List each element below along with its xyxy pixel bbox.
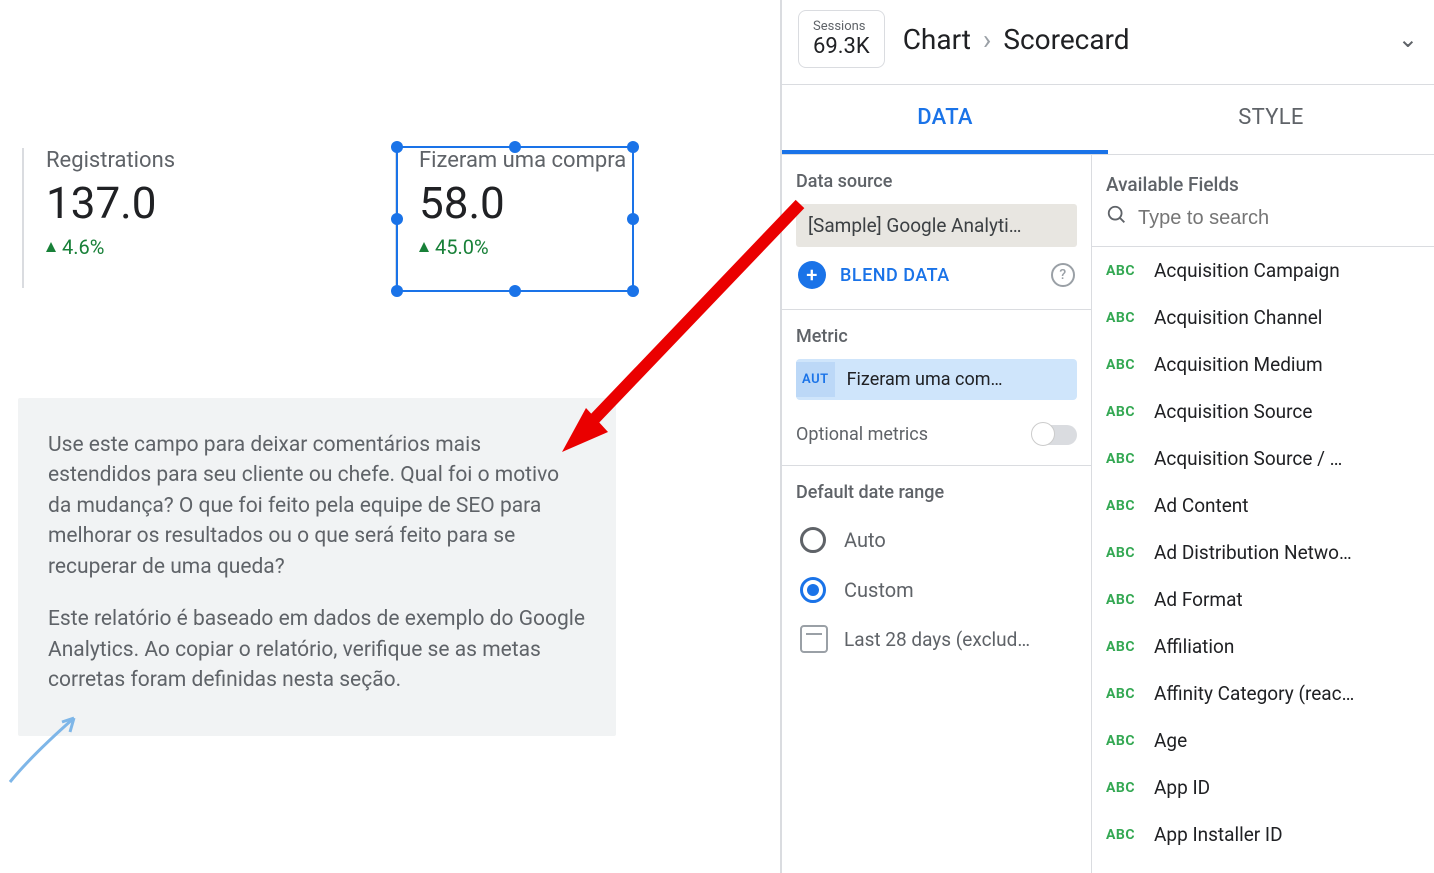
field-label: Affiliation bbox=[1154, 635, 1234, 658]
data-config-column: Data source [Sample] Google Analyti… + B… bbox=[782, 155, 1092, 873]
field-item[interactable]: ABC Acquisition Source / … bbox=[1092, 435, 1434, 482]
text-type-icon: ABC bbox=[1106, 545, 1140, 561]
field-label: Affinity Category (reac… bbox=[1154, 682, 1354, 705]
field-item[interactable]: ABC App ID bbox=[1092, 764, 1434, 811]
field-label: Ad Content bbox=[1154, 494, 1249, 517]
date-range-group: Default date range Auto Custom Last 28 d… bbox=[782, 466, 1091, 683]
chevron-down-icon[interactable]: ⌄ bbox=[1398, 25, 1418, 53]
data-source-value[interactable]: [Sample] Google Analyti… bbox=[796, 204, 1077, 247]
data-source-group: Data source [Sample] Google Analyti… + B… bbox=[782, 155, 1091, 310]
field-item[interactable]: ABC Ad Content bbox=[1092, 482, 1434, 529]
field-item[interactable]: ABC App Installer ID bbox=[1092, 811, 1434, 858]
field-item[interactable]: ABC Acquisition Channel bbox=[1092, 294, 1434, 341]
text-type-icon: ABC bbox=[1106, 310, 1140, 326]
field-label: Age bbox=[1154, 729, 1187, 752]
breadcrumb-root: Chart bbox=[903, 23, 971, 56]
field-item[interactable]: ABC Age bbox=[1092, 717, 1434, 764]
comment-paragraph: Este relatório é baseado em dados de exe… bbox=[48, 604, 586, 695]
report-canvas[interactable]: Registrations 137.0 4.6% Fizeram uma com… bbox=[0, 0, 780, 873]
field-item[interactable]: ABC Acquisition Source bbox=[1092, 388, 1434, 435]
group-label: Default date range bbox=[796, 482, 1077, 503]
text-type-icon: ABC bbox=[1106, 592, 1140, 608]
scorecard-registrations[interactable]: Registrations 137.0 4.6% bbox=[22, 148, 175, 288]
radio-icon bbox=[800, 577, 826, 603]
comment-paragraph: Use este campo para deixar comentários m… bbox=[48, 430, 586, 582]
field-label: App ID bbox=[1154, 776, 1210, 799]
scorecard-label: Registrations bbox=[46, 148, 175, 173]
date-range-auto-option[interactable]: Auto bbox=[796, 515, 1077, 565]
fields-search-input[interactable] bbox=[1138, 207, 1420, 230]
text-type-icon: ABC bbox=[1106, 357, 1140, 373]
text-type-icon: ABC bbox=[1106, 827, 1140, 843]
chart-type-chip[interactable]: Sessions 69.3K bbox=[798, 10, 885, 68]
field-item[interactable]: ABC Ad Format bbox=[1092, 576, 1434, 623]
up-arrow-icon bbox=[46, 242, 56, 252]
scorecard-value: 58.0 bbox=[419, 177, 635, 229]
fields-list: ABC Acquisition Campaign ABC Acquisition Ch… bbox=[1092, 247, 1434, 873]
scorecard-label: Fizeram uma compra bbox=[419, 148, 635, 173]
metric-group: Metric AUT Fizeram uma com… Optional met… bbox=[782, 310, 1091, 466]
optional-metrics-row: Optional metrics bbox=[796, 424, 1077, 445]
breadcrumb-leaf: Scorecard bbox=[1003, 23, 1129, 56]
text-type-icon: ABC bbox=[1106, 733, 1140, 749]
field-item[interactable]: ABC Ad Distribution Netwo… bbox=[1092, 529, 1434, 576]
chevron-right-icon: › bbox=[983, 23, 991, 56]
field-label: Acquisition Channel bbox=[1154, 306, 1322, 329]
group-label: Data source bbox=[796, 171, 1077, 192]
panel-tabs: DATA STYLE bbox=[782, 85, 1434, 155]
text-type-icon: ABC bbox=[1106, 639, 1140, 655]
group-label: Metric bbox=[796, 326, 1077, 347]
chip-value: 69.3K bbox=[813, 34, 870, 59]
panel-header: Sessions 69.3K Chart › Scorecard ⌄ bbox=[782, 0, 1434, 85]
field-label: Acquisition Source bbox=[1154, 400, 1312, 423]
fields-search[interactable] bbox=[1092, 204, 1434, 247]
tab-data[interactable]: DATA bbox=[782, 85, 1108, 154]
scorecard-fizeram[interactable]: Fizeram uma compra 58.0 45.0% bbox=[395, 148, 635, 292]
radio-icon bbox=[800, 527, 826, 553]
field-label: App Installer ID bbox=[1154, 823, 1283, 846]
text-type-icon: ABC bbox=[1106, 780, 1140, 796]
text-type-icon: ABC bbox=[1106, 498, 1140, 514]
comment-text-box[interactable]: Use este campo para deixar comentários m… bbox=[18, 398, 616, 736]
metric-name: Fizeram uma com… bbox=[835, 359, 1077, 400]
scorecard-value: 137.0 bbox=[46, 177, 175, 229]
tab-style[interactable]: STYLE bbox=[1108, 85, 1434, 154]
calendar-icon bbox=[800, 625, 828, 653]
field-label: Acquisition Medium bbox=[1154, 353, 1323, 376]
field-item[interactable]: ABC Affinity Category (reac… bbox=[1092, 670, 1434, 717]
date-range-picker[interactable]: Last 28 days (exclud… bbox=[796, 615, 1077, 663]
scorecard-delta: 4.6% bbox=[46, 235, 175, 259]
optional-metrics-toggle[interactable] bbox=[1033, 425, 1077, 445]
field-item[interactable]: ABC Affiliation bbox=[1092, 623, 1434, 670]
date-range-custom-option[interactable]: Custom bbox=[796, 565, 1077, 615]
up-arrow-icon bbox=[419, 242, 429, 252]
text-type-icon: ABC bbox=[1106, 263, 1140, 279]
blend-data-button[interactable]: + BLEND DATA ? bbox=[796, 247, 1077, 289]
fields-header: Available Fields bbox=[1092, 155, 1434, 204]
help-icon[interactable]: ? bbox=[1051, 263, 1075, 287]
field-item[interactable]: ABC Acquisition Campaign bbox=[1092, 247, 1434, 294]
available-fields-column: Available Fields ABC Acquisition Campaign… bbox=[1092, 155, 1434, 873]
properties-panel: Sessions 69.3K Chart › Scorecard ⌄ DATA … bbox=[780, 0, 1434, 873]
breadcrumb[interactable]: Chart › Scorecard bbox=[903, 23, 1380, 56]
text-type-icon: ABC bbox=[1106, 686, 1140, 702]
field-label: Ad Format bbox=[1154, 588, 1243, 611]
search-icon bbox=[1106, 204, 1128, 232]
scorecard-delta: 45.0% bbox=[419, 235, 635, 259]
text-type-icon: ABC bbox=[1106, 404, 1140, 420]
field-label: Acquisition Campaign bbox=[1154, 259, 1340, 282]
chip-label: Sessions bbox=[813, 19, 866, 34]
field-label: Acquisition Source / … bbox=[1154, 447, 1342, 470]
plus-icon: + bbox=[798, 261, 826, 289]
field-label: Ad Distribution Netwo… bbox=[1154, 541, 1352, 564]
text-type-icon: ABC bbox=[1106, 451, 1140, 467]
metric-chip[interactable]: AUT Fizeram uma com… bbox=[796, 359, 1077, 400]
field-item[interactable]: ABC Acquisition Medium bbox=[1092, 341, 1434, 388]
metric-type-badge: AUT bbox=[796, 362, 835, 397]
